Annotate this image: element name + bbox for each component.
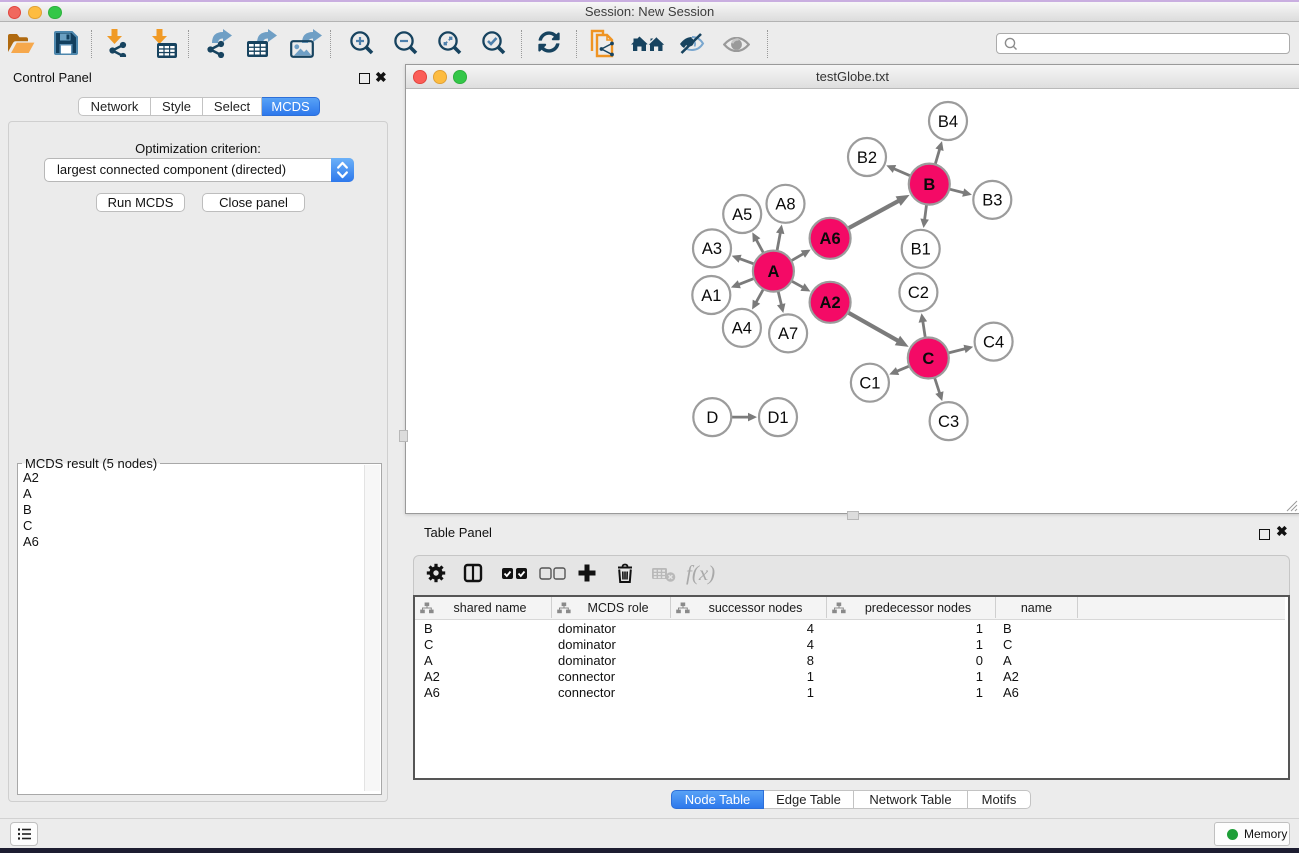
svg-text:B: B: [923, 176, 935, 194]
svg-text:C4: C4: [983, 333, 1004, 351]
svg-text:A3: A3: [702, 240, 722, 258]
svg-text:C1: C1: [859, 375, 880, 393]
svg-text:A6: A6: [820, 230, 841, 248]
svg-text:B1: B1: [911, 241, 931, 259]
svg-text:C2: C2: [908, 284, 929, 302]
svg-text:A7: A7: [778, 325, 798, 343]
svg-text:A1: A1: [701, 287, 721, 305]
svg-text:D1: D1: [767, 409, 788, 427]
svg-text:A4: A4: [732, 320, 752, 338]
svg-text:B2: B2: [857, 149, 877, 167]
svg-text:A5: A5: [732, 206, 752, 224]
svg-text:D: D: [706, 409, 718, 427]
svg-text:C: C: [922, 350, 934, 368]
svg-text:B3: B3: [982, 192, 1002, 210]
svg-text:A2: A2: [820, 294, 841, 312]
svg-text:A8: A8: [775, 196, 795, 214]
svg-text:A: A: [767, 263, 779, 281]
svg-text:C3: C3: [938, 413, 959, 431]
svg-text:B4: B4: [938, 113, 958, 131]
